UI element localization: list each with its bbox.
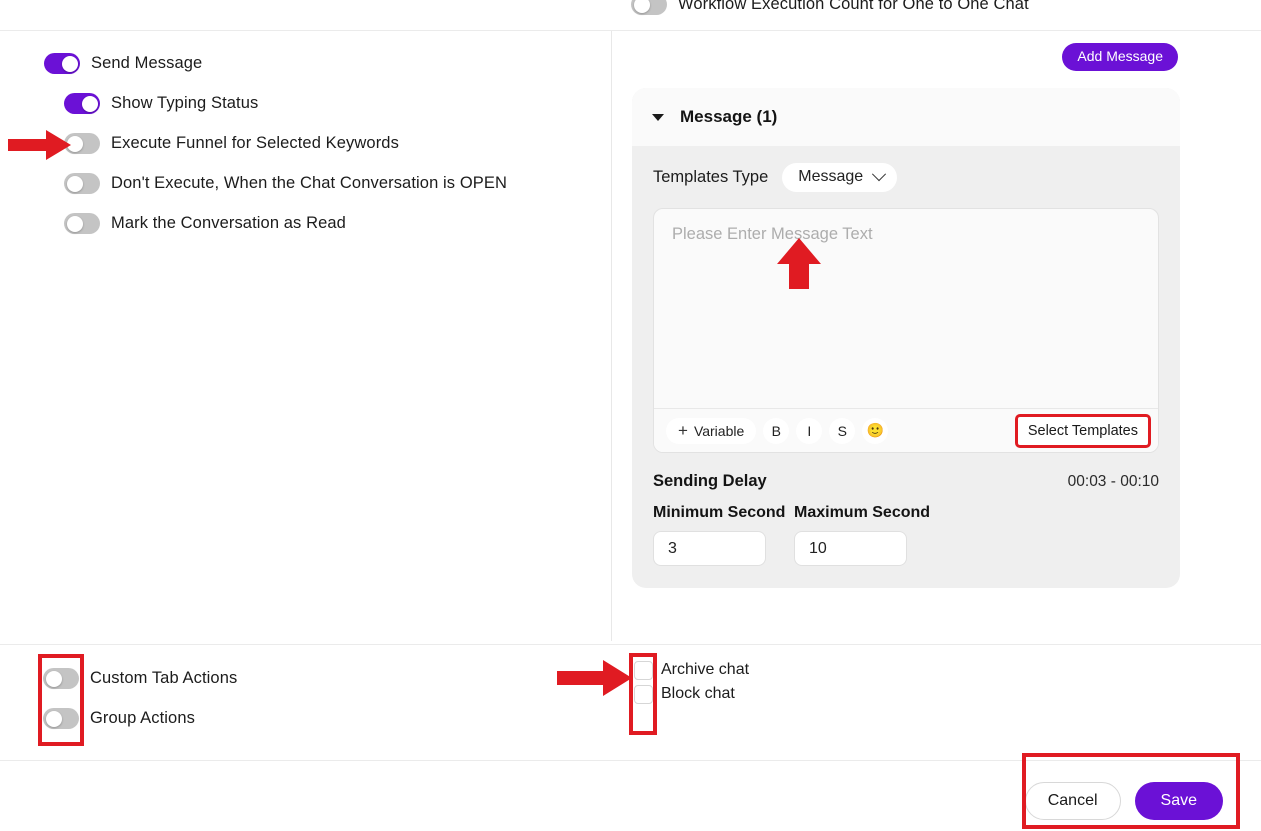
maximum-second-input[interactable] [794,531,907,566]
chat-actions-group: Archive chat Block chat [634,658,749,706]
caret-down-icon[interactable] [652,113,664,121]
toggle-label: Show Typing Status [111,94,259,112]
checkbox-label: Archive chat [661,661,750,678]
maximum-second-label: Maximum Second [794,504,931,521]
divider-footer [0,760,1261,761]
toggle-knob [66,215,83,232]
toggle-knob [45,710,62,727]
toggle-row-group-actions[interactable]: Group Actions [43,708,195,729]
toggle-row-execute-funnel[interactable]: Execute Funnel for Selected Keywords [64,133,399,154]
toggle-send-message[interactable] [44,53,80,74]
toggle-label: Custom Tab Actions [90,669,238,687]
toggle-row-mark-conversation-read[interactable]: Mark the Conversation as Read [64,213,346,234]
checkbox-row-archive-chat[interactable]: Archive chat [634,658,749,682]
templates-type-label: Templates Type [653,168,769,186]
toggle-execute-funnel[interactable] [64,133,100,154]
add-message-button[interactable]: Add Message [1062,43,1178,72]
toggle-row-workflow-execution-count[interactable]: Workflow Execution Count for One to One … [631,0,1029,15]
insert-variable-button[interactable]: + Variable [666,417,757,444]
templates-type-row: Templates Type Message [653,163,1159,192]
footer-actions: Cancel Save [1024,782,1223,820]
toggle-row-show-typing-status[interactable]: Show Typing Status [64,93,258,114]
insert-variable-label: Variable [693,422,745,439]
chevron-down-icon [872,167,887,182]
toggle-row-dont-execute-when-open[interactable]: Don't Execute, When the Chat Conversatio… [64,173,507,194]
checkbox-label: Block chat [661,685,735,702]
toggle-knob [633,0,650,13]
toggle-knob [66,135,83,152]
toggle-label: Don't Execute, When the Chat Conversatio… [111,174,507,192]
cancel-button[interactable]: Cancel [1024,782,1121,820]
toggle-knob [66,175,83,192]
maximum-second-field: Maximum Second [794,504,931,566]
italic-button[interactable]: I [796,417,823,444]
divider-top [0,30,1261,31]
toggle-workflow-execution-count[interactable] [631,0,667,15]
annotation-arrow-execute-funnel [8,130,71,160]
toggle-show-typing-status[interactable] [64,93,100,114]
message-card: Message (1) Templates Type Message Pleas… [632,88,1180,588]
annotation-arrow-chat-actions [557,660,632,696]
checkbox-archive-chat[interactable] [634,660,653,680]
toggle-knob [45,670,62,687]
save-button[interactable]: Save [1134,782,1223,820]
toggle-label: Mark the Conversation as Read [111,214,346,232]
sending-delay-fields: Minimum Second Maximum Second [653,504,1159,566]
toggle-knob [61,55,78,72]
toggle-row-custom-tab-actions[interactable]: Custom Tab Actions [43,668,237,689]
message-card-header[interactable]: Message (1) [632,88,1180,146]
toggle-group-actions[interactable] [43,708,79,729]
sending-delay-header: Sending Delay 00:03 - 00:10 [653,472,1159,491]
toggle-label: Group Actions [90,709,195,727]
divider-vertical-main [611,31,612,641]
toggle-row-send-message[interactable]: Send Message [44,53,202,74]
toggle-custom-tab-actions[interactable] [43,668,79,689]
minimum-second-label: Minimum Second [653,504,786,521]
checkbox-row-block-chat[interactable]: Block chat [634,682,749,706]
bold-button[interactable]: B [763,417,790,444]
divider-bottom-section [0,644,1261,645]
templates-type-value: Message [798,168,864,185]
minimum-second-field: Minimum Second [653,504,786,566]
toggle-dont-execute-when-open[interactable] [64,173,100,194]
message-card-body: Templates Type Message Please Enter Mess… [632,146,1180,588]
minimum-second-input[interactable] [653,531,766,566]
templates-type-select[interactable]: Message [782,163,898,192]
select-templates-button[interactable]: Select Templates [1017,416,1148,445]
toggle-label: Send Message [91,54,203,72]
toggle-knob [81,95,98,112]
toggle-mark-conversation-read[interactable] [64,213,100,234]
checkbox-block-chat[interactable] [634,684,653,704]
message-editor-toolbar: + Variable B I S 🙂 Select Templates [654,408,1158,452]
toggle-label: Execute Funnel for Selected Keywords [111,134,399,152]
message-text-input[interactable]: Please Enter Message Text [654,209,1158,408]
emoji-icon[interactable]: 🙂 [862,417,889,444]
message-card-title: Message (1) [680,107,778,126]
sending-delay-range: 00:03 - 00:10 [1067,473,1159,490]
select-templates-highlight: Select Templates [1014,413,1152,448]
toggle-label: Workflow Execution Count for One to One … [678,0,1029,13]
plus-icon: + [678,421,688,440]
message-editor: Please Enter Message Text + Variable B I… [653,208,1159,453]
sending-delay-title: Sending Delay [653,472,767,490]
strikethrough-button[interactable]: S [829,417,856,444]
